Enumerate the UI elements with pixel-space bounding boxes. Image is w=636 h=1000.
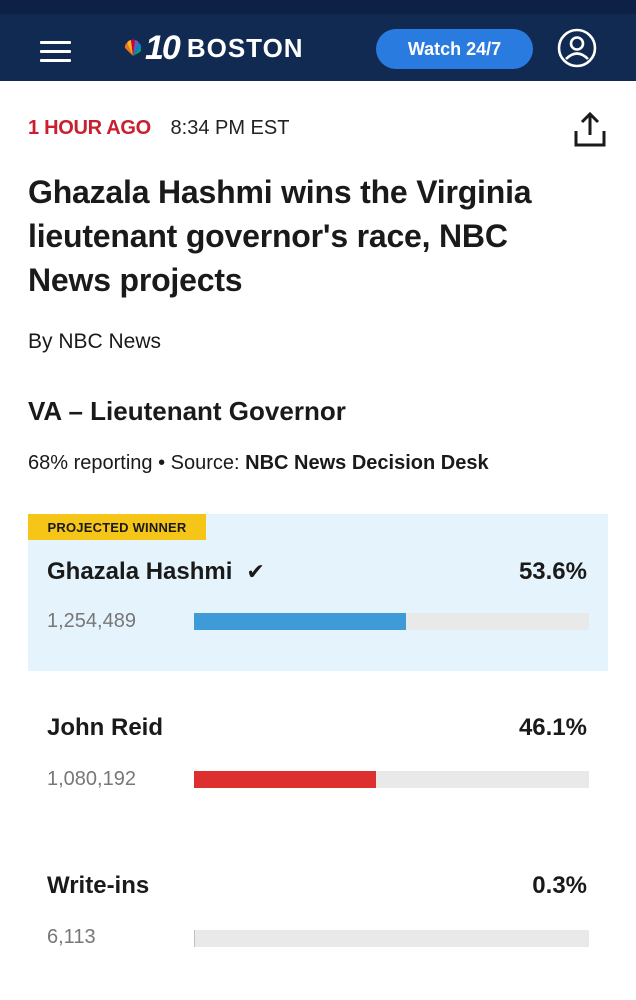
article-headline: Ghazala Hashmi wins the Virginia lieuten… bbox=[28, 174, 532, 298]
bullet-separator: • bbox=[158, 452, 171, 474]
candidate-card: Write-ins 0.3% 6,113 bbox=[28, 848, 608, 968]
time-ago: 1 HOUR AGO bbox=[28, 117, 151, 139]
candidate-percent: 46.1% bbox=[518, 714, 587, 741]
candidate-votes: 6,113 bbox=[47, 926, 96, 948]
candidate-votes: 1,080,192 bbox=[47, 768, 136, 790]
share-icon[interactable] bbox=[573, 112, 607, 148]
vote-bar-track bbox=[194, 613, 589, 630]
vote-bar-track bbox=[194, 771, 589, 788]
checkmark-icon: ✔ bbox=[246, 559, 265, 584]
reporting-percent: 68% reporting bbox=[28, 452, 153, 474]
candidate-name-row: Ghazala Hashmi ✔ bbox=[47, 558, 265, 586]
status-strip bbox=[0, 0, 636, 14]
candidate-name: Write-ins bbox=[47, 872, 150, 899]
candidate-name: John Reid bbox=[47, 714, 164, 741]
candidate-card-winner: PROJECTED WINNER Ghazala Hashmi ✔ 53.6% 1… bbox=[28, 514, 608, 671]
logo-number: 10 bbox=[145, 29, 181, 67]
site-logo[interactable]: 10 BOSTON bbox=[121, 28, 304, 68]
source-name: NBC News Decision Desk bbox=[245, 452, 489, 474]
source-label: Source: bbox=[170, 452, 240, 474]
peacock-icon bbox=[124, 39, 142, 56]
vote-bar-fill bbox=[194, 613, 406, 630]
account-icon[interactable] bbox=[557, 28, 597, 68]
site-header: 10 BOSTON Watch 24/7 bbox=[0, 14, 636, 81]
candidate-percent: 53.6% bbox=[518, 558, 587, 585]
vote-bar-fill bbox=[194, 771, 376, 788]
menu-icon bbox=[40, 41, 71, 44]
candidate-card: John Reid 46.1% 1,080,192 bbox=[28, 690, 608, 810]
candidate-name: Ghazala Hashmi bbox=[47, 558, 233, 585]
logo-city: BOSTON bbox=[186, 33, 304, 63]
candidate-votes: 1,254,489 bbox=[47, 610, 136, 632]
projected-winner-badge: PROJECTED WINNER bbox=[28, 514, 206, 540]
candidate-percent: 0.3% bbox=[532, 872, 587, 899]
menu-button[interactable] bbox=[40, 41, 71, 63]
race-title: VA – Lieutenant Governor bbox=[28, 396, 346, 426]
menu-icon-bar bbox=[40, 50, 71, 53]
article-meta: 1 HOUR AGO 8:34 PM EST bbox=[28, 115, 289, 141]
vote-bar-track bbox=[194, 930, 589, 947]
byline: By NBC News bbox=[28, 330, 162, 353]
reporting-line: 68% reporting • Source: NBC News Decisio… bbox=[28, 452, 489, 475]
timestamp: 8:34 PM EST bbox=[170, 117, 290, 139]
watch-live-button[interactable]: Watch 24/7 bbox=[376, 29, 533, 69]
menu-icon-bar bbox=[40, 59, 71, 62]
vote-bar-fill bbox=[194, 930, 195, 947]
